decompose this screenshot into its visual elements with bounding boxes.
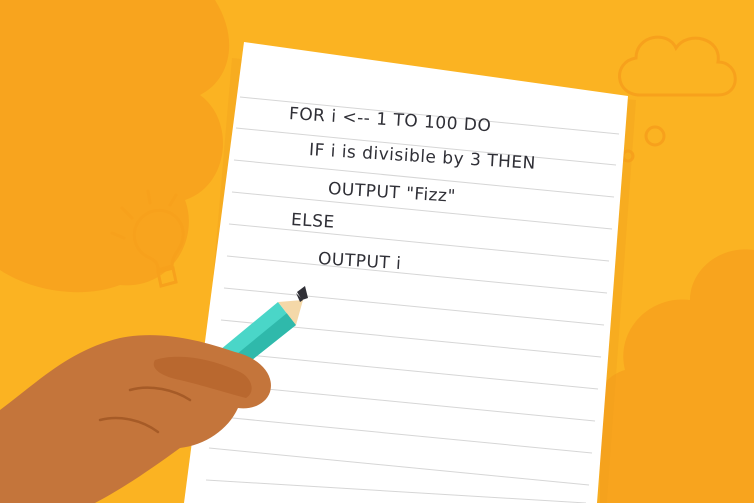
code-line-else: ELSE [290,210,336,233]
illustration-scene [0,0,754,503]
